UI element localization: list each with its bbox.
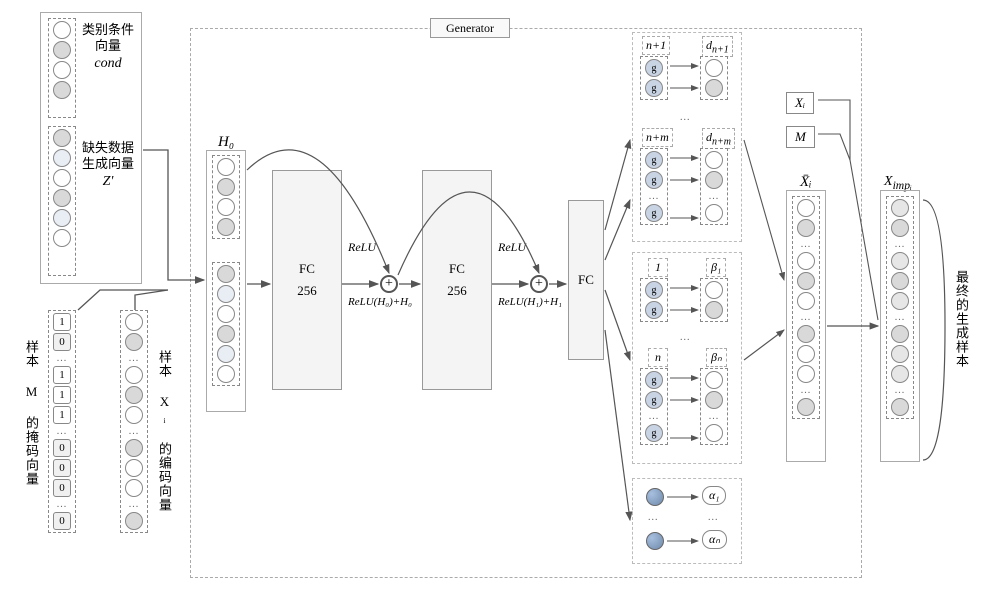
input-block-top <box>40 12 142 284</box>
relu-label-2: ReLU <box>498 240 526 255</box>
node <box>125 366 143 384</box>
fc-label: FC <box>578 272 594 288</box>
mask-cell: 1 <box>53 406 71 424</box>
residual-add-1: + <box>380 275 398 293</box>
fc256-label: 256 <box>297 283 317 299</box>
xi-box: Xᵢ <box>786 92 814 114</box>
fc256-label: 256 <box>447 283 467 299</box>
ellipsis: ... <box>708 512 719 523</box>
ellipsis: ... <box>129 499 140 510</box>
mask-cell: 0 <box>53 512 71 530</box>
discrete-heads-box <box>632 32 742 242</box>
node <box>125 386 143 404</box>
mask-cell: 1 <box>53 313 71 331</box>
mask-cell: 0 <box>53 333 71 351</box>
sigmoid-node <box>646 532 664 550</box>
relu-expr-1: ReLU(H₀)+H₀ <box>348 296 412 308</box>
beta-heads-box <box>632 252 742 464</box>
node <box>125 459 143 477</box>
enc-vector: ... ... ... <box>120 310 148 533</box>
node <box>125 313 143 331</box>
mask-cell: 0 <box>53 439 71 457</box>
ellipsis: ... <box>648 512 659 523</box>
alpha1-label: α₁ <box>702 486 726 505</box>
node <box>125 512 143 530</box>
mask-cell: 0 <box>53 459 71 477</box>
alphan-label: αₙ <box>702 530 727 549</box>
fc-label: FC <box>449 261 465 277</box>
ellipsis: ... <box>57 426 68 437</box>
fc-label: FC <box>299 261 315 277</box>
enc-label: 样本 Xᵢ 的编码向量 <box>155 350 174 512</box>
fc-block-2: FC 256 <box>422 170 492 390</box>
xbar-outer <box>786 190 826 462</box>
ellipsis: ... <box>129 426 140 437</box>
generator-title: Generator <box>430 18 510 38</box>
node <box>125 479 143 497</box>
relu-expr-2: ReLU(H₁)+H₁ <box>498 296 562 308</box>
mask-label: 样本 M 的掩码向量 <box>22 340 41 486</box>
m-box: M <box>786 126 815 148</box>
residual-add-2: + <box>530 275 548 293</box>
ellipsis: ... <box>57 353 68 364</box>
xbar-label: X̄ᵢ <box>800 174 812 191</box>
relu-label-1: ReLU <box>348 240 376 255</box>
fc-block-1: FC 256 <box>272 170 342 390</box>
mask-vector: 1 0 ... 1 1 1 ... 0 0 0 ... 0 <box>48 310 76 533</box>
final-label: 最终的生成样本 <box>952 270 971 368</box>
ellipsis: ... <box>129 353 140 364</box>
node <box>125 406 143 424</box>
ellipsis: ... <box>57 499 68 510</box>
h0-label: H₀ <box>218 134 234 151</box>
ximp-outer <box>880 190 920 462</box>
sigmoid-node <box>646 488 664 506</box>
mask-cell: 1 <box>53 386 71 404</box>
node <box>125 333 143 351</box>
h0-outer <box>206 150 246 412</box>
node <box>125 439 143 457</box>
fc-block-3: FC <box>568 200 604 360</box>
mask-cell: 1 <box>53 366 71 384</box>
mask-cell: 0 <box>53 479 71 497</box>
